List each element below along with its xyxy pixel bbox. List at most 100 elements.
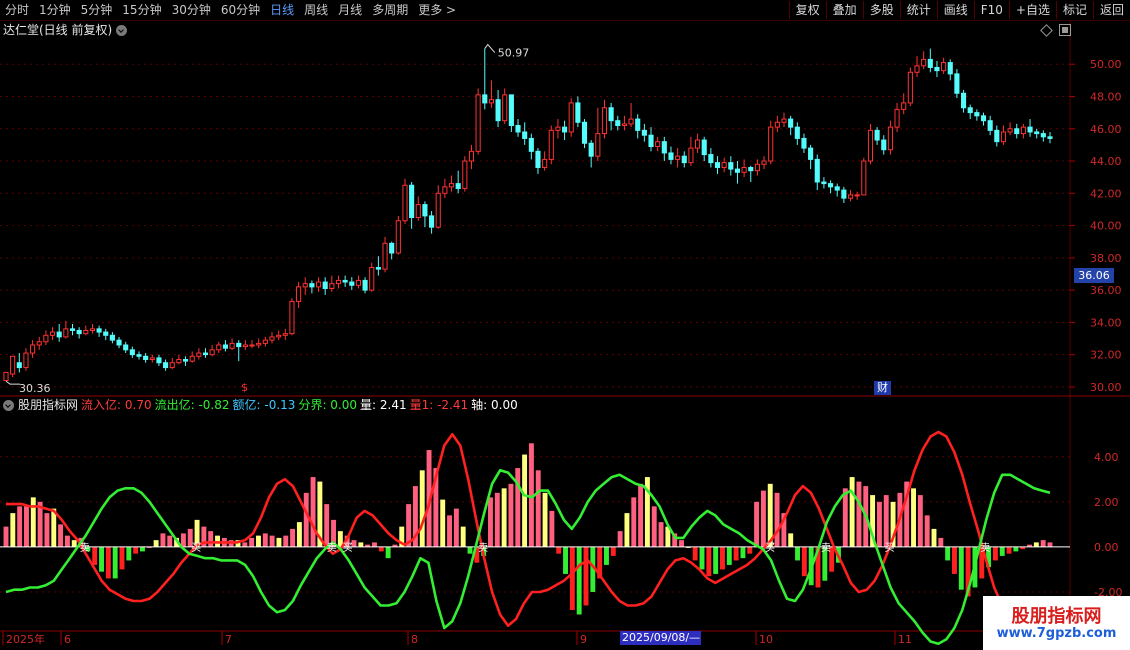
indicator-bar-82 xyxy=(563,546,568,574)
indicator-bar-138 xyxy=(945,546,951,561)
candle-body-132 xyxy=(881,139,887,151)
candle-body-148 xyxy=(987,120,993,131)
indicator-bar-19 xyxy=(133,546,139,554)
indicator-bar-64 xyxy=(440,499,446,547)
indicator-bar-90 xyxy=(617,531,623,547)
candle-body-141 xyxy=(941,62,947,72)
ind-axis-label-0: 4.00 xyxy=(1094,451,1119,464)
indicator-bar-45 xyxy=(310,477,316,547)
candle-body-138 xyxy=(921,58,927,67)
candle-body-17 xyxy=(116,339,122,346)
candle-body-122 xyxy=(814,158,820,183)
indicator-bar-108 xyxy=(740,546,746,559)
indicator-bar-135 xyxy=(924,515,930,547)
candle-body-56 xyxy=(375,267,381,270)
candle-body-71 xyxy=(475,94,481,152)
indicator-menu-dropdown-icon[interactable] xyxy=(3,399,14,411)
candle-body-37 xyxy=(249,344,255,347)
stock-title: 达仁堂(日线 前复权) xyxy=(3,23,113,37)
indicator-bar-23 xyxy=(160,533,166,547)
indicator-bar-55 xyxy=(378,546,384,552)
indicator-bar-38 xyxy=(262,533,268,547)
candle-body-55 xyxy=(369,267,375,291)
indicator-bar-104 xyxy=(713,546,719,574)
indicator-bar-14 xyxy=(99,546,104,572)
ind-axis-label-1: 2.00 xyxy=(1094,496,1119,509)
candle-body-105 xyxy=(701,139,707,156)
legend-item-0: 流入亿: 0.70 xyxy=(81,398,152,412)
candle-body-117 xyxy=(781,118,787,123)
candle-body-5 xyxy=(36,341,42,346)
indicator-bar-1 xyxy=(10,513,16,547)
candle-body-154 xyxy=(1027,126,1033,133)
maximize-icon[interactable] xyxy=(1059,24,1071,36)
candle-body-109 xyxy=(728,162,734,170)
candle-body-45 xyxy=(302,283,308,288)
indicator-bar-20 xyxy=(140,546,145,552)
signal-label-0: 卖 xyxy=(80,542,90,554)
candle-body-85 xyxy=(568,102,574,133)
candle-body-7 xyxy=(49,331,56,336)
low-marker-arrow xyxy=(5,380,20,385)
candle-body-95 xyxy=(635,118,641,131)
stock-menu-dropdown-icon[interactable] xyxy=(116,24,128,36)
candle-body-97 xyxy=(648,134,654,147)
candle-body-116 xyxy=(774,121,780,128)
signal-label-5: 买 xyxy=(765,542,775,554)
indicator-bar-76 xyxy=(522,454,528,547)
candle-body-107 xyxy=(714,162,721,168)
candle-body-70 xyxy=(468,150,475,162)
candle-body-110 xyxy=(734,168,741,173)
indicator-bar-80 xyxy=(549,510,555,547)
candle-body-123 xyxy=(821,181,827,185)
indicator-bar-52 xyxy=(358,542,364,547)
candle-body-142 xyxy=(947,62,953,75)
price-axis-label-9: 32.00 xyxy=(1090,349,1122,362)
legend-item-6: 轴: 0.00 xyxy=(471,398,518,412)
indicator-bar-88 xyxy=(604,546,609,565)
candle-body-53 xyxy=(355,279,361,286)
candle-body-135 xyxy=(901,102,907,110)
candle-body-99 xyxy=(661,141,667,154)
candle-body-65 xyxy=(435,192,441,228)
chart-canvas: 50.00 48.00 46.00 44.00 42.00 40.00 38.00 36.00… xyxy=(0,20,1130,646)
low-price-label: 30.36 xyxy=(19,382,51,395)
candle-body-57 xyxy=(382,242,388,270)
indicator-bar-83 xyxy=(569,546,575,610)
indicator-bar-102 xyxy=(699,546,705,570)
candle-body-66 xyxy=(442,186,448,194)
candle-body-101 xyxy=(675,155,681,160)
indicator-bar-146 xyxy=(999,546,1005,556)
indicator-bar-124 xyxy=(849,477,855,547)
candle-body-104 xyxy=(695,139,701,149)
high-price-label: 50.97 xyxy=(498,47,530,60)
indicator-bar-44 xyxy=(303,492,309,547)
candle-body-4 xyxy=(30,344,36,354)
indicator-bar-107 xyxy=(733,546,739,561)
price-axis-label-6: 38.00 xyxy=(1090,252,1122,265)
indicator-bar-136 xyxy=(931,528,937,547)
time-axis-label-5: 10 xyxy=(759,633,773,646)
candle-body-1 xyxy=(10,355,16,375)
time-axis-label-2: 7 xyxy=(225,633,232,646)
candle-body-98 xyxy=(655,141,661,147)
candle-body-136 xyxy=(907,71,913,104)
signal-label-6: 卖 xyxy=(821,542,831,554)
financial-report-marker[interactable]: 财 xyxy=(874,381,891,395)
indicator-bar-93 xyxy=(638,483,644,547)
candle-body-75 xyxy=(502,94,508,122)
indicator-bar-66 xyxy=(453,508,459,547)
candle-body-94 xyxy=(628,118,634,125)
candle-body-13 xyxy=(89,328,96,331)
indicator-bar-37 xyxy=(256,535,261,547)
candle-body-49 xyxy=(329,283,335,289)
candle-body-34 xyxy=(229,342,235,349)
candle-body-33 xyxy=(222,344,229,349)
indicator-bar-139 xyxy=(952,546,957,574)
indicator-bar-36 xyxy=(249,537,255,547)
indicator-bar-137 xyxy=(938,537,944,547)
price-axis-label-7: 36.00 xyxy=(1090,284,1122,297)
candle-body-111 xyxy=(741,166,747,173)
candle-body-139 xyxy=(927,58,933,68)
indicator-bar-91 xyxy=(624,513,630,547)
